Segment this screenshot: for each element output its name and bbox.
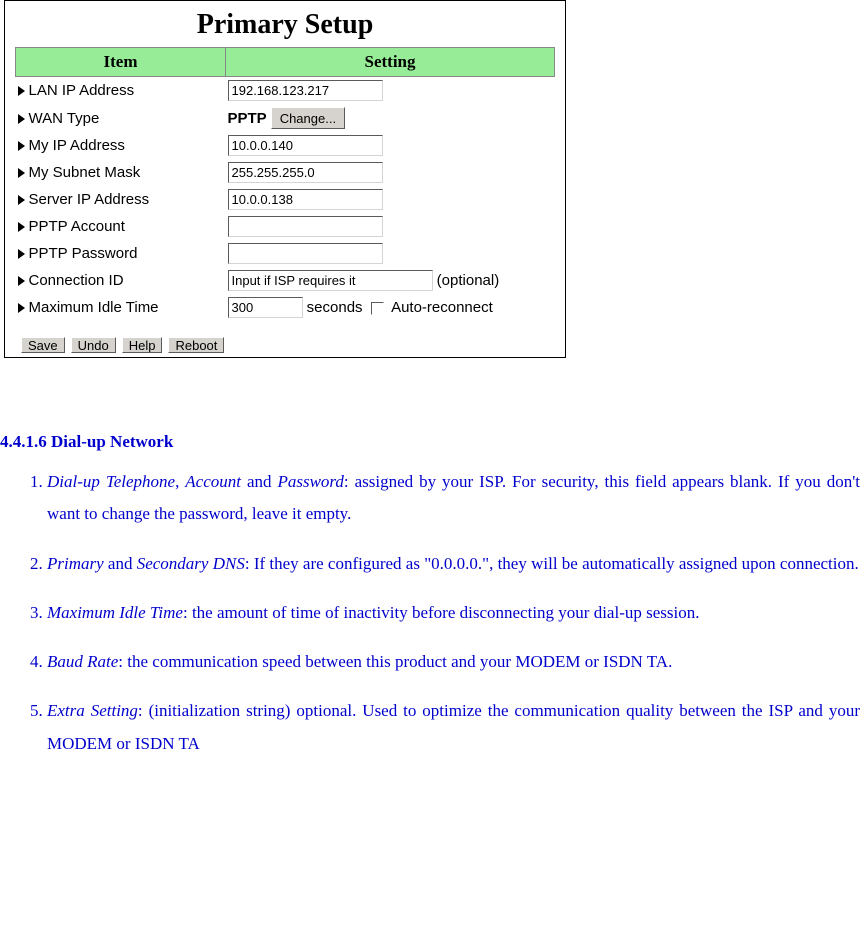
label-wan: WAN Type [29, 110, 100, 127]
label-myip: My IP Address [29, 137, 125, 154]
arrow-icon [18, 276, 25, 286]
pptp-account-input[interactable] [228, 216, 383, 237]
label-mask: My Subnet Mask [29, 164, 141, 181]
pptp-password-input[interactable] [228, 243, 383, 264]
subnet-mask-input[interactable] [228, 162, 383, 183]
term: Dial-up Telephone [47, 472, 175, 491]
auto-reconnect-checkbox[interactable] [371, 302, 384, 315]
server-ip-input[interactable] [228, 189, 383, 210]
term: Primary [47, 554, 104, 573]
undo-button[interactable]: Undo [71, 337, 116, 353]
setup-table: Item Setting LAN IP Address WAN Type PPT… [15, 47, 555, 321]
term: Secondary DNS [137, 554, 245, 573]
arrow-icon [18, 303, 25, 313]
reboot-button[interactable]: Reboot [168, 337, 224, 353]
desc: : the amount of time of inactivity befor… [183, 603, 700, 622]
term: Account [185, 472, 241, 491]
col-setting: Setting [226, 48, 555, 77]
row-mask: My Subnet Mask [16, 159, 555, 186]
list-item: Primary and Secondary DNS: If they are c… [47, 548, 864, 580]
my-ip-input[interactable] [228, 135, 383, 156]
desc: : the communication speed between this p… [118, 652, 672, 671]
help-button[interactable]: Help [122, 337, 163, 353]
arrow-icon [18, 249, 25, 259]
term: Password [277, 472, 343, 491]
auto-reconnect-label: Auto-reconnect [391, 299, 493, 316]
doc-list: Dial-up Telephone, Account and Password:… [0, 466, 864, 760]
label-server: Server IP Address [29, 191, 150, 208]
label-lan: LAN IP Address [29, 82, 135, 99]
arrow-icon [18, 195, 25, 205]
term: Baud Rate [47, 652, 118, 671]
list-item: Maximum Idle Time: the amount of time of… [47, 597, 864, 629]
list-item: Dial-up Telephone, Account and Password:… [47, 466, 864, 531]
row-server: Server IP Address [16, 186, 555, 213]
idle-time-input[interactable] [228, 297, 303, 318]
desc: : (initialization string) optional. Used… [47, 701, 860, 752]
row-conn: Connection ID (optional) [16, 267, 555, 294]
arrow-icon [18, 222, 25, 232]
arrow-icon [18, 168, 25, 178]
label-idle: Maximum Idle Time [29, 299, 159, 316]
list-item: Extra Setting: (initialization string) o… [47, 695, 864, 760]
label-pass: PPTP Password [29, 245, 138, 262]
button-row: Save Undo Help Reboot [15, 335, 555, 353]
arrow-icon [18, 86, 25, 96]
conn-optional: (optional) [437, 272, 500, 289]
wan-type-value: PPTP [228, 110, 267, 127]
arrow-icon [18, 141, 25, 151]
row-myip: My IP Address [16, 132, 555, 159]
row-idle: Maximum Idle Time seconds Auto-reconnect [16, 294, 555, 321]
term: Maximum Idle Time [47, 603, 183, 622]
label-acct: PPTP Account [29, 218, 125, 235]
col-item: Item [16, 48, 226, 77]
change-button[interactable]: Change... [271, 107, 345, 129]
row-pass: PPTP Password [16, 240, 555, 267]
row-lan: LAN IP Address [16, 77, 555, 105]
list-item: Baud Rate: the communication speed betwe… [47, 646, 864, 678]
primary-setup-panel: Primary Setup Item Setting LAN IP Addres… [4, 0, 566, 358]
arrow-icon [18, 114, 25, 124]
desc: : If they are configured as "0.0.0.0.", … [245, 554, 859, 573]
label-conn: Connection ID [29, 272, 124, 289]
lan-ip-input[interactable] [228, 80, 383, 101]
save-button[interactable]: Save [21, 337, 65, 353]
section-heading: 4.4.1.6 Dial-up Network [0, 432, 864, 452]
idle-unit: seconds [307, 299, 363, 316]
panel-title: Primary Setup [15, 9, 555, 41]
term: Extra Setting [47, 701, 138, 720]
row-wan: WAN Type PPTPChange... [16, 104, 555, 132]
connection-id-input[interactable] [228, 270, 433, 291]
row-acct: PPTP Account [16, 213, 555, 240]
